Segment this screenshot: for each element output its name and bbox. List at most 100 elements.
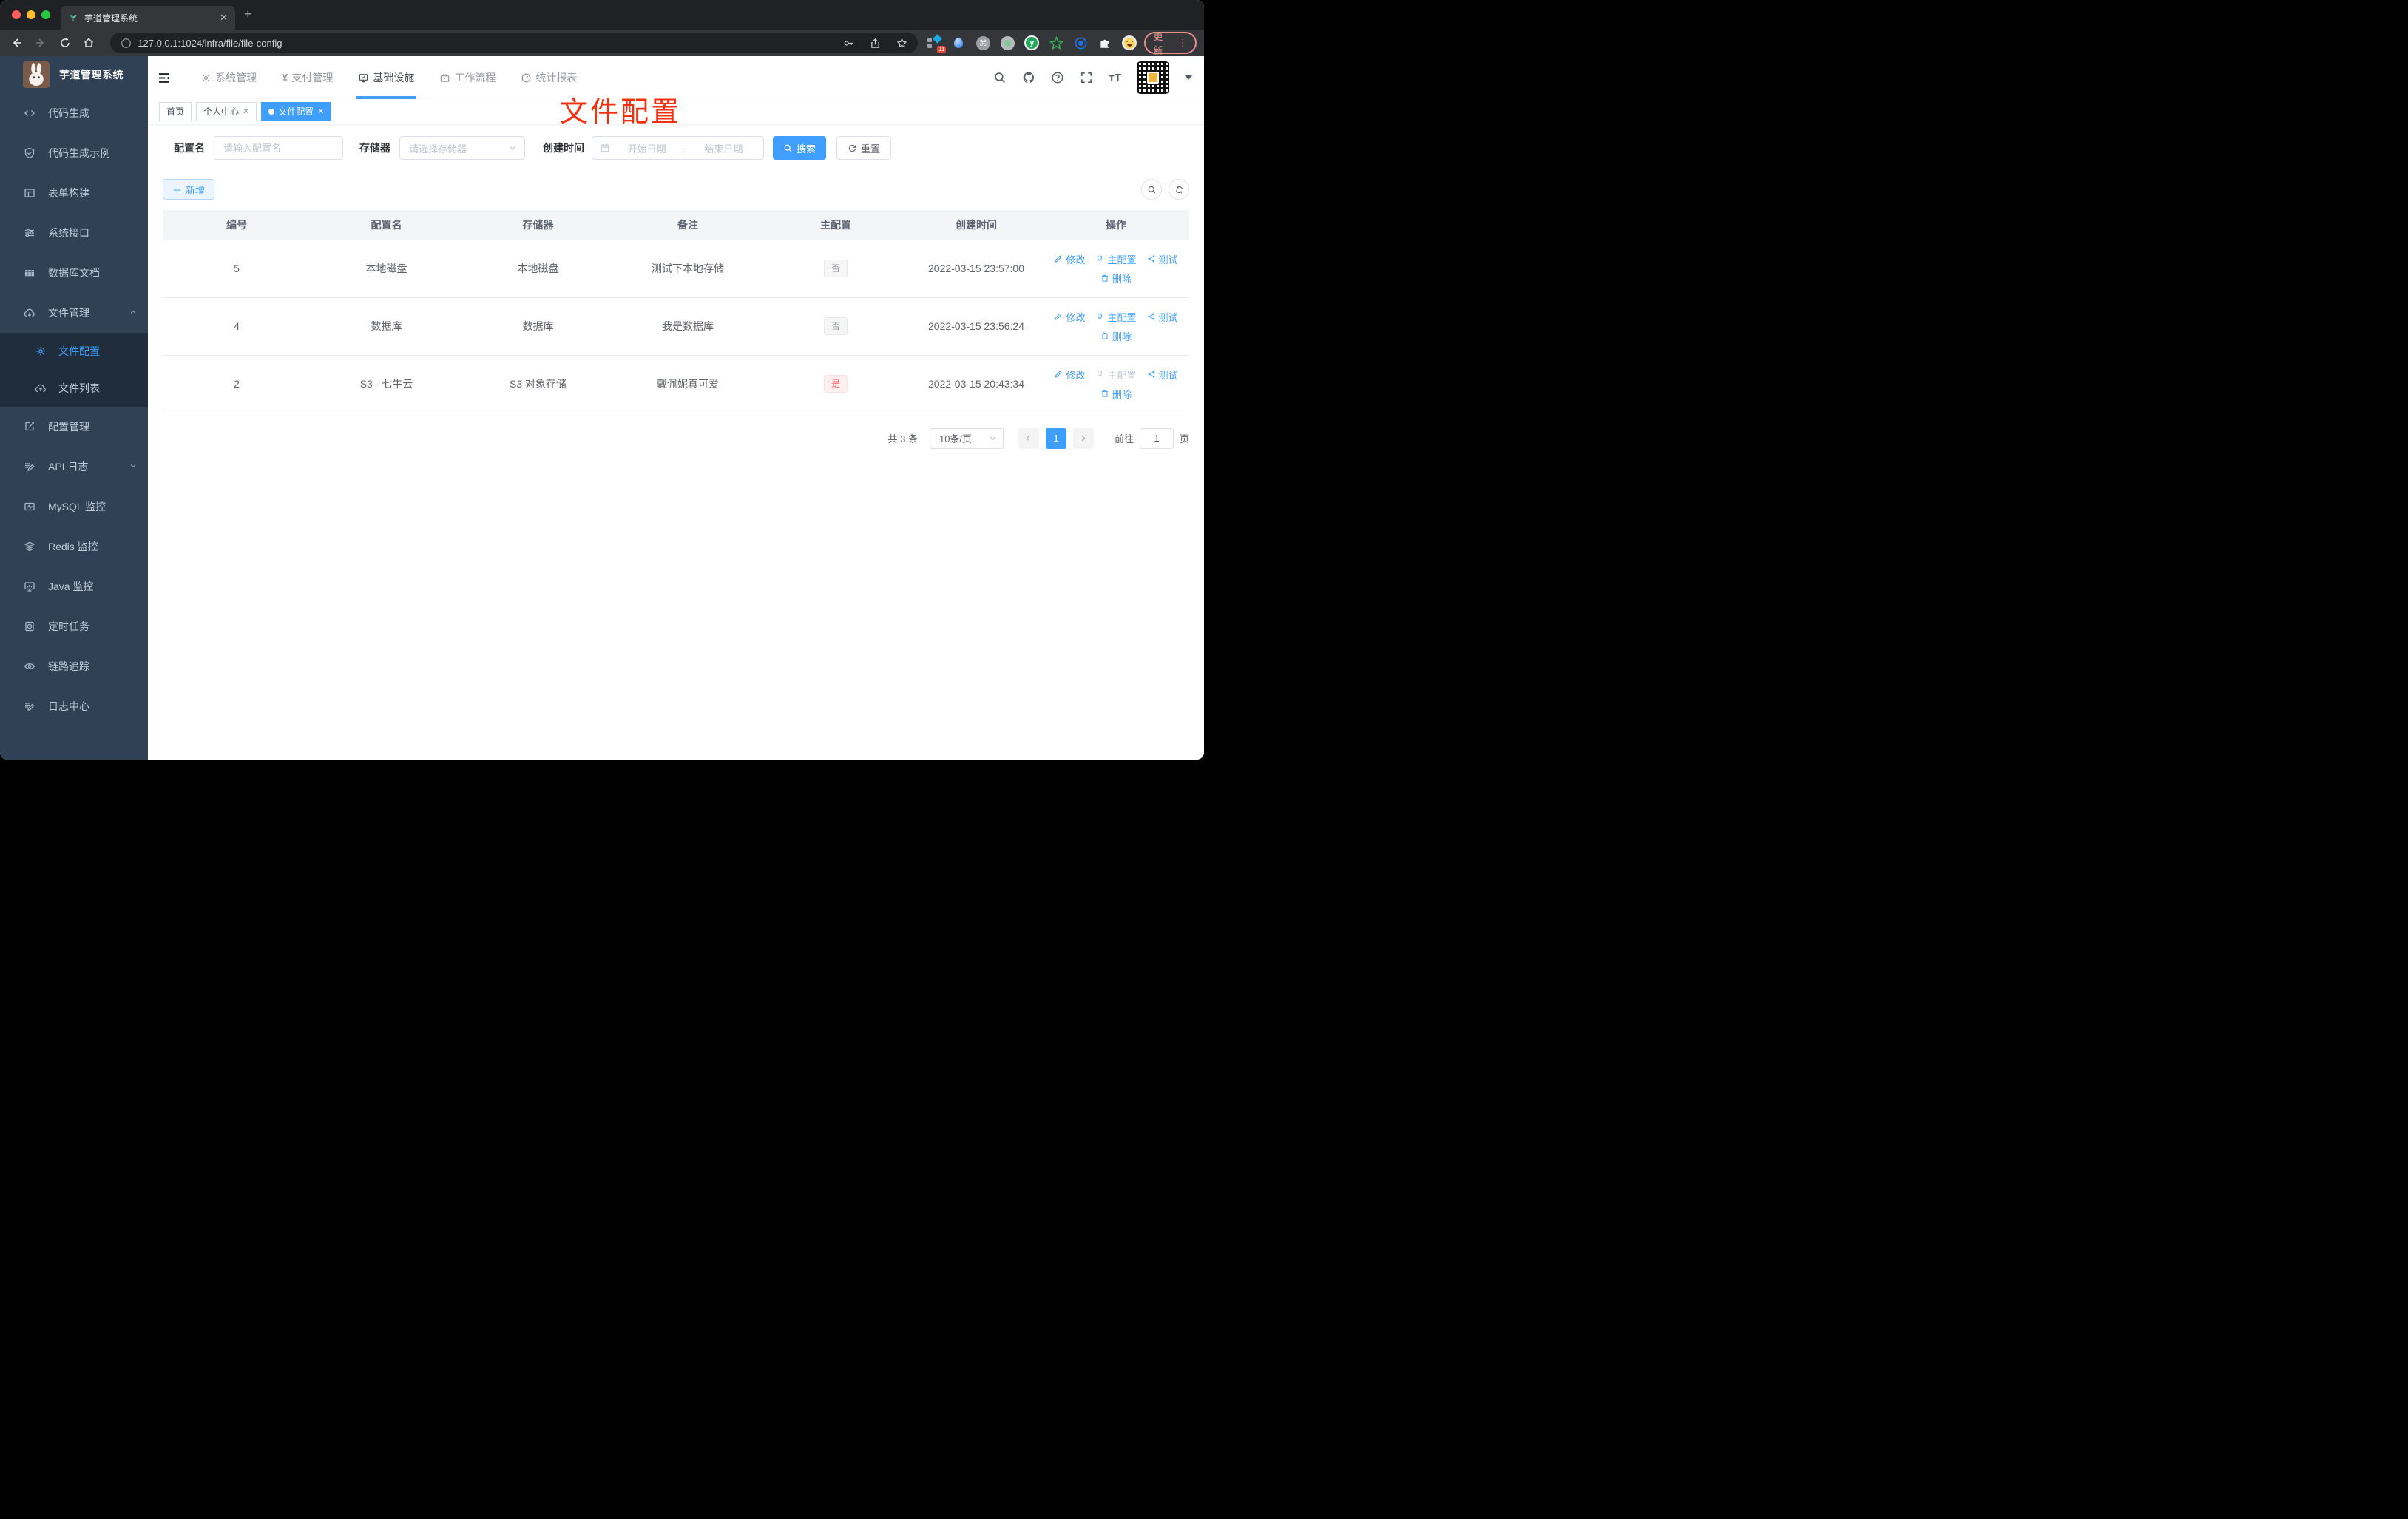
sidebar-item-scheduled-tasks[interactable]: 定时任务 [0,606,148,646]
tag-close-icon[interactable]: ✕ [317,106,324,116]
zoom-window-button[interactable] [41,10,50,19]
col-name: 配置名 [311,210,462,240]
site-info-icon[interactable] [121,38,132,49]
edit-link[interactable]: 修改 [1054,368,1085,382]
search-icon[interactable] [993,71,1007,84]
master-link[interactable]: 主配置 [1095,252,1137,266]
extension-grid-icon[interactable]: 11 [927,34,947,53]
start-date-placeholder[interactable]: 开始日期 [615,141,679,155]
sidebar-submenu: 文件配置 文件列表 [0,333,148,407]
sidebar-item-code-gen[interactable]: 代码生成 [0,93,148,133]
fullscreen-icon[interactable] [1080,71,1093,84]
sidebar-item-config-manage[interactable]: 配置管理 [0,407,148,447]
minimize-window-button[interactable] [27,10,35,19]
password-key-icon[interactable] [843,38,854,49]
test-link[interactable]: 测试 [1147,368,1178,382]
sidebar-fold-icon[interactable] [155,69,172,87]
date-range-picker[interactable]: 开始日期 - 结束日期 [592,136,764,160]
extension-emoji-icon[interactable] [1122,35,1137,50]
next-page-button[interactable] [1072,427,1094,449]
new-tab-button[interactable]: + [244,7,252,21]
col-storage: 存储器 [462,210,614,240]
tag-close-icon[interactable]: ✕ [243,106,249,116]
sidebar-item-tracing[interactable]: 链路追踪 [0,646,148,686]
reset-button[interactable]: 重置 [836,136,892,160]
sidebar-item-system-api[interactable]: 系统接口 [0,213,148,253]
extension-balloon-icon[interactable] [951,35,966,50]
sidebar-item-file-list[interactable]: 文件列表 [0,370,148,407]
home-button[interactable] [80,34,98,52]
extension-eye-icon[interactable] [1073,35,1088,50]
table-header-row: 编号 配置名 存储器 备注 主配置 创建时间 操作 [163,210,1189,240]
edit-icon [1055,371,1062,378]
bookmark-star-icon[interactable] [896,37,907,49]
help-icon[interactable] [1051,71,1064,84]
nav-infrastructure[interactable]: 基础设施 [356,56,416,99]
edit-link[interactable]: 修改 [1054,310,1085,324]
browser-menu-dots[interactable]: ⋮ [1178,37,1188,49]
master-tag: 是 [823,375,848,393]
address-bar[interactable]: 127.0.0.1:1024/infra/file/file-config [110,33,919,53]
delete-link[interactable]: 删除 [1100,271,1132,285]
tag-file-config[interactable]: 文件配置 ✕ [261,101,332,121]
goto-label: 前往 [1114,433,1134,444]
add-button[interactable]: ＋ 新增 [163,179,215,200]
extension-star-icon[interactable] [1049,35,1063,50]
sidebar-item-redis-monitor[interactable]: Redis 监控 [0,527,148,566]
sidebar-item-mysql-monitor[interactable]: MySQL 监控 [0,487,148,527]
sidebar-item-file-config[interactable]: 文件配置 [0,333,148,370]
master-link[interactable]: 主配置 [1095,310,1137,324]
github-icon[interactable] [1022,71,1035,84]
avatar-caret-icon[interactable] [1185,75,1192,80]
tab-close-icon[interactable]: ✕ [220,12,228,24]
tag-profile[interactable]: 个人中心 ✕ [196,101,257,121]
close-window-button[interactable] [12,10,21,19]
current-page-button[interactable]: 1 [1045,427,1066,449]
reload-button[interactable] [56,34,74,52]
delete-link[interactable]: 删除 [1100,387,1132,401]
sidebar-item-db-doc[interactable]: 数据库文档 [0,253,148,293]
goto-page-input[interactable] [1139,427,1174,449]
sidebar-item-file-manage[interactable]: 文件管理 [0,293,148,333]
browser-window: 芋道管理系统 ✕ + 127.0.0.1:1024/infra/file/fil… [0,0,1204,760]
top-nav: 系统管理 ¥ 支付管理 基础设施 工作流程 统计报表 [199,56,601,99]
nav-pay-manage[interactable]: ¥ 支付管理 [280,56,334,99]
tag-home[interactable]: 首页 [159,101,192,121]
nav-workflow[interactable]: 工作流程 [438,56,497,99]
extension-puzzle-icon[interactable] [1098,35,1112,50]
edit-link[interactable]: 修改 [1054,252,1085,266]
user-avatar[interactable] [1137,61,1169,94]
test-link[interactable]: 测试 [1147,252,1178,266]
font-size-icon[interactable]: ᴛT [1109,72,1121,84]
extension-command-icon[interactable]: ⌘ [975,35,990,50]
file-config-table: 编号 配置名 存储器 备注 主配置 创建时间 操作 5 本地磁盘 本地磁盘 测试… [163,210,1189,413]
config-name-label: 配置名 [174,142,205,154]
browser-update-button[interactable]: 更新 ⋮ [1144,31,1197,56]
url-text[interactable]: 127.0.0.1:1024/infra/file/file-config [138,38,282,49]
prev-page-button[interactable] [1018,427,1039,449]
extensions-area: 11 ⌘ y [927,34,1137,53]
config-name-input[interactable] [214,136,343,160]
sidebar-item-form-builder[interactable]: 表单构建 [0,173,148,213]
forward-button[interactable] [32,34,50,52]
test-link[interactable]: 测试 [1147,310,1178,324]
refresh-table-button[interactable] [1169,179,1189,200]
browser-tab[interactable]: 芋道管理系统 ✕ [61,6,235,30]
search-button[interactable]: 搜索 [773,136,827,160]
sidebar-item-log-center[interactable]: 日志中心 [0,686,148,726]
delete-link[interactable]: 删除 [1100,329,1132,343]
toggle-search-button[interactable] [1141,179,1162,200]
extension-y-icon[interactable]: y [1024,35,1040,50]
sidebar-item-code-demo[interactable]: 代码生成示例 [0,133,148,173]
extension-record-icon[interactable] [1000,35,1015,50]
share-icon[interactable] [870,38,881,49]
share-nodes-icon [1148,255,1154,263]
page-size-select[interactable]: 10条/页 [929,427,1004,449]
storage-select[interactable]: 请选择存储器 [399,136,525,160]
sidebar-item-java-monitor[interactable]: Java 监控 [0,566,148,606]
back-button[interactable] [7,34,25,52]
nav-system-manage[interactable]: 系统管理 [199,56,258,99]
sidebar-item-api-log[interactable]: API 日志 [0,447,148,487]
end-date-placeholder[interactable]: 结束日期 [691,141,756,155]
pagination: 共 3 条 10条/页 1 前往 页 [163,427,1189,449]
